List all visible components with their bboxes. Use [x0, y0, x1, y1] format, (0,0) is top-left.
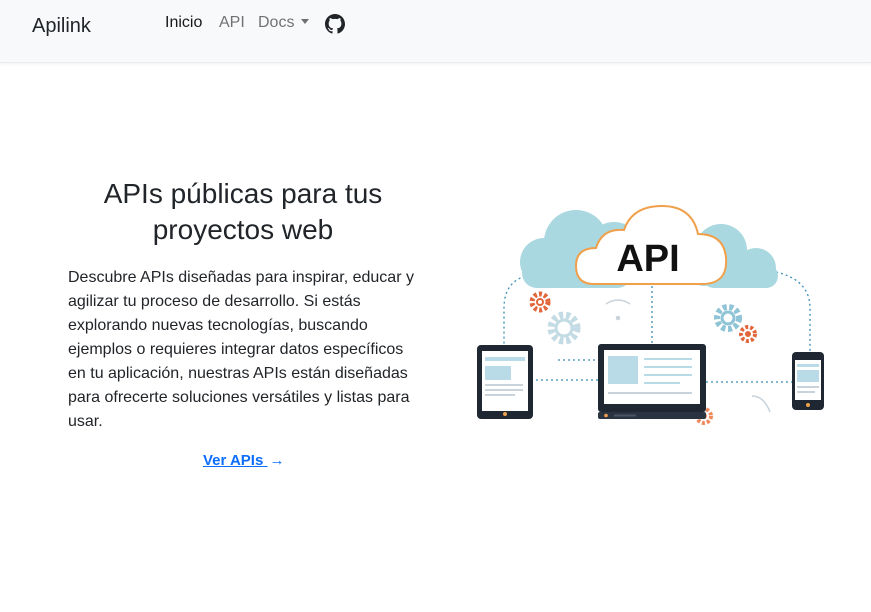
- cta-label: Ver APIs: [203, 452, 264, 469]
- gear-icon: [529, 291, 551, 313]
- api-cloud-label: API: [616, 238, 679, 280]
- laptop-device: [598, 344, 706, 419]
- gear-icon: [714, 304, 742, 332]
- navbar: Apilink Inicio API Docs: [0, 0, 871, 63]
- gear-icon: [547, 311, 581, 345]
- tablet-device: [477, 345, 533, 419]
- brand-logo[interactable]: Apilink: [32, 15, 91, 38]
- nav-link-inicio[interactable]: Inicio: [165, 14, 202, 32]
- gear-icon: [739, 325, 757, 343]
- nav-link-docs-label: Docs: [258, 14, 295, 31]
- nav-link-api[interactable]: API: [219, 14, 245, 32]
- api-cloud: API: [574, 204, 728, 285]
- hero-title: APIs públicas para tus proyectos web: [103, 178, 383, 245]
- github-icon[interactable]: [325, 14, 345, 34]
- caret-down-icon: [301, 19, 310, 24]
- nav-dropdown-docs[interactable]: Docs: [258, 14, 310, 32]
- arrow-right-icon: →: [269, 452, 285, 469]
- phone-device: [792, 352, 824, 410]
- hero-description: Descubre APIs diseñadas para inspirar, e…: [68, 269, 414, 430]
- api-cloud-illustration: API: [477, 204, 824, 425]
- ver-apis-link[interactable]: Ver APIs →: [203, 452, 285, 469]
